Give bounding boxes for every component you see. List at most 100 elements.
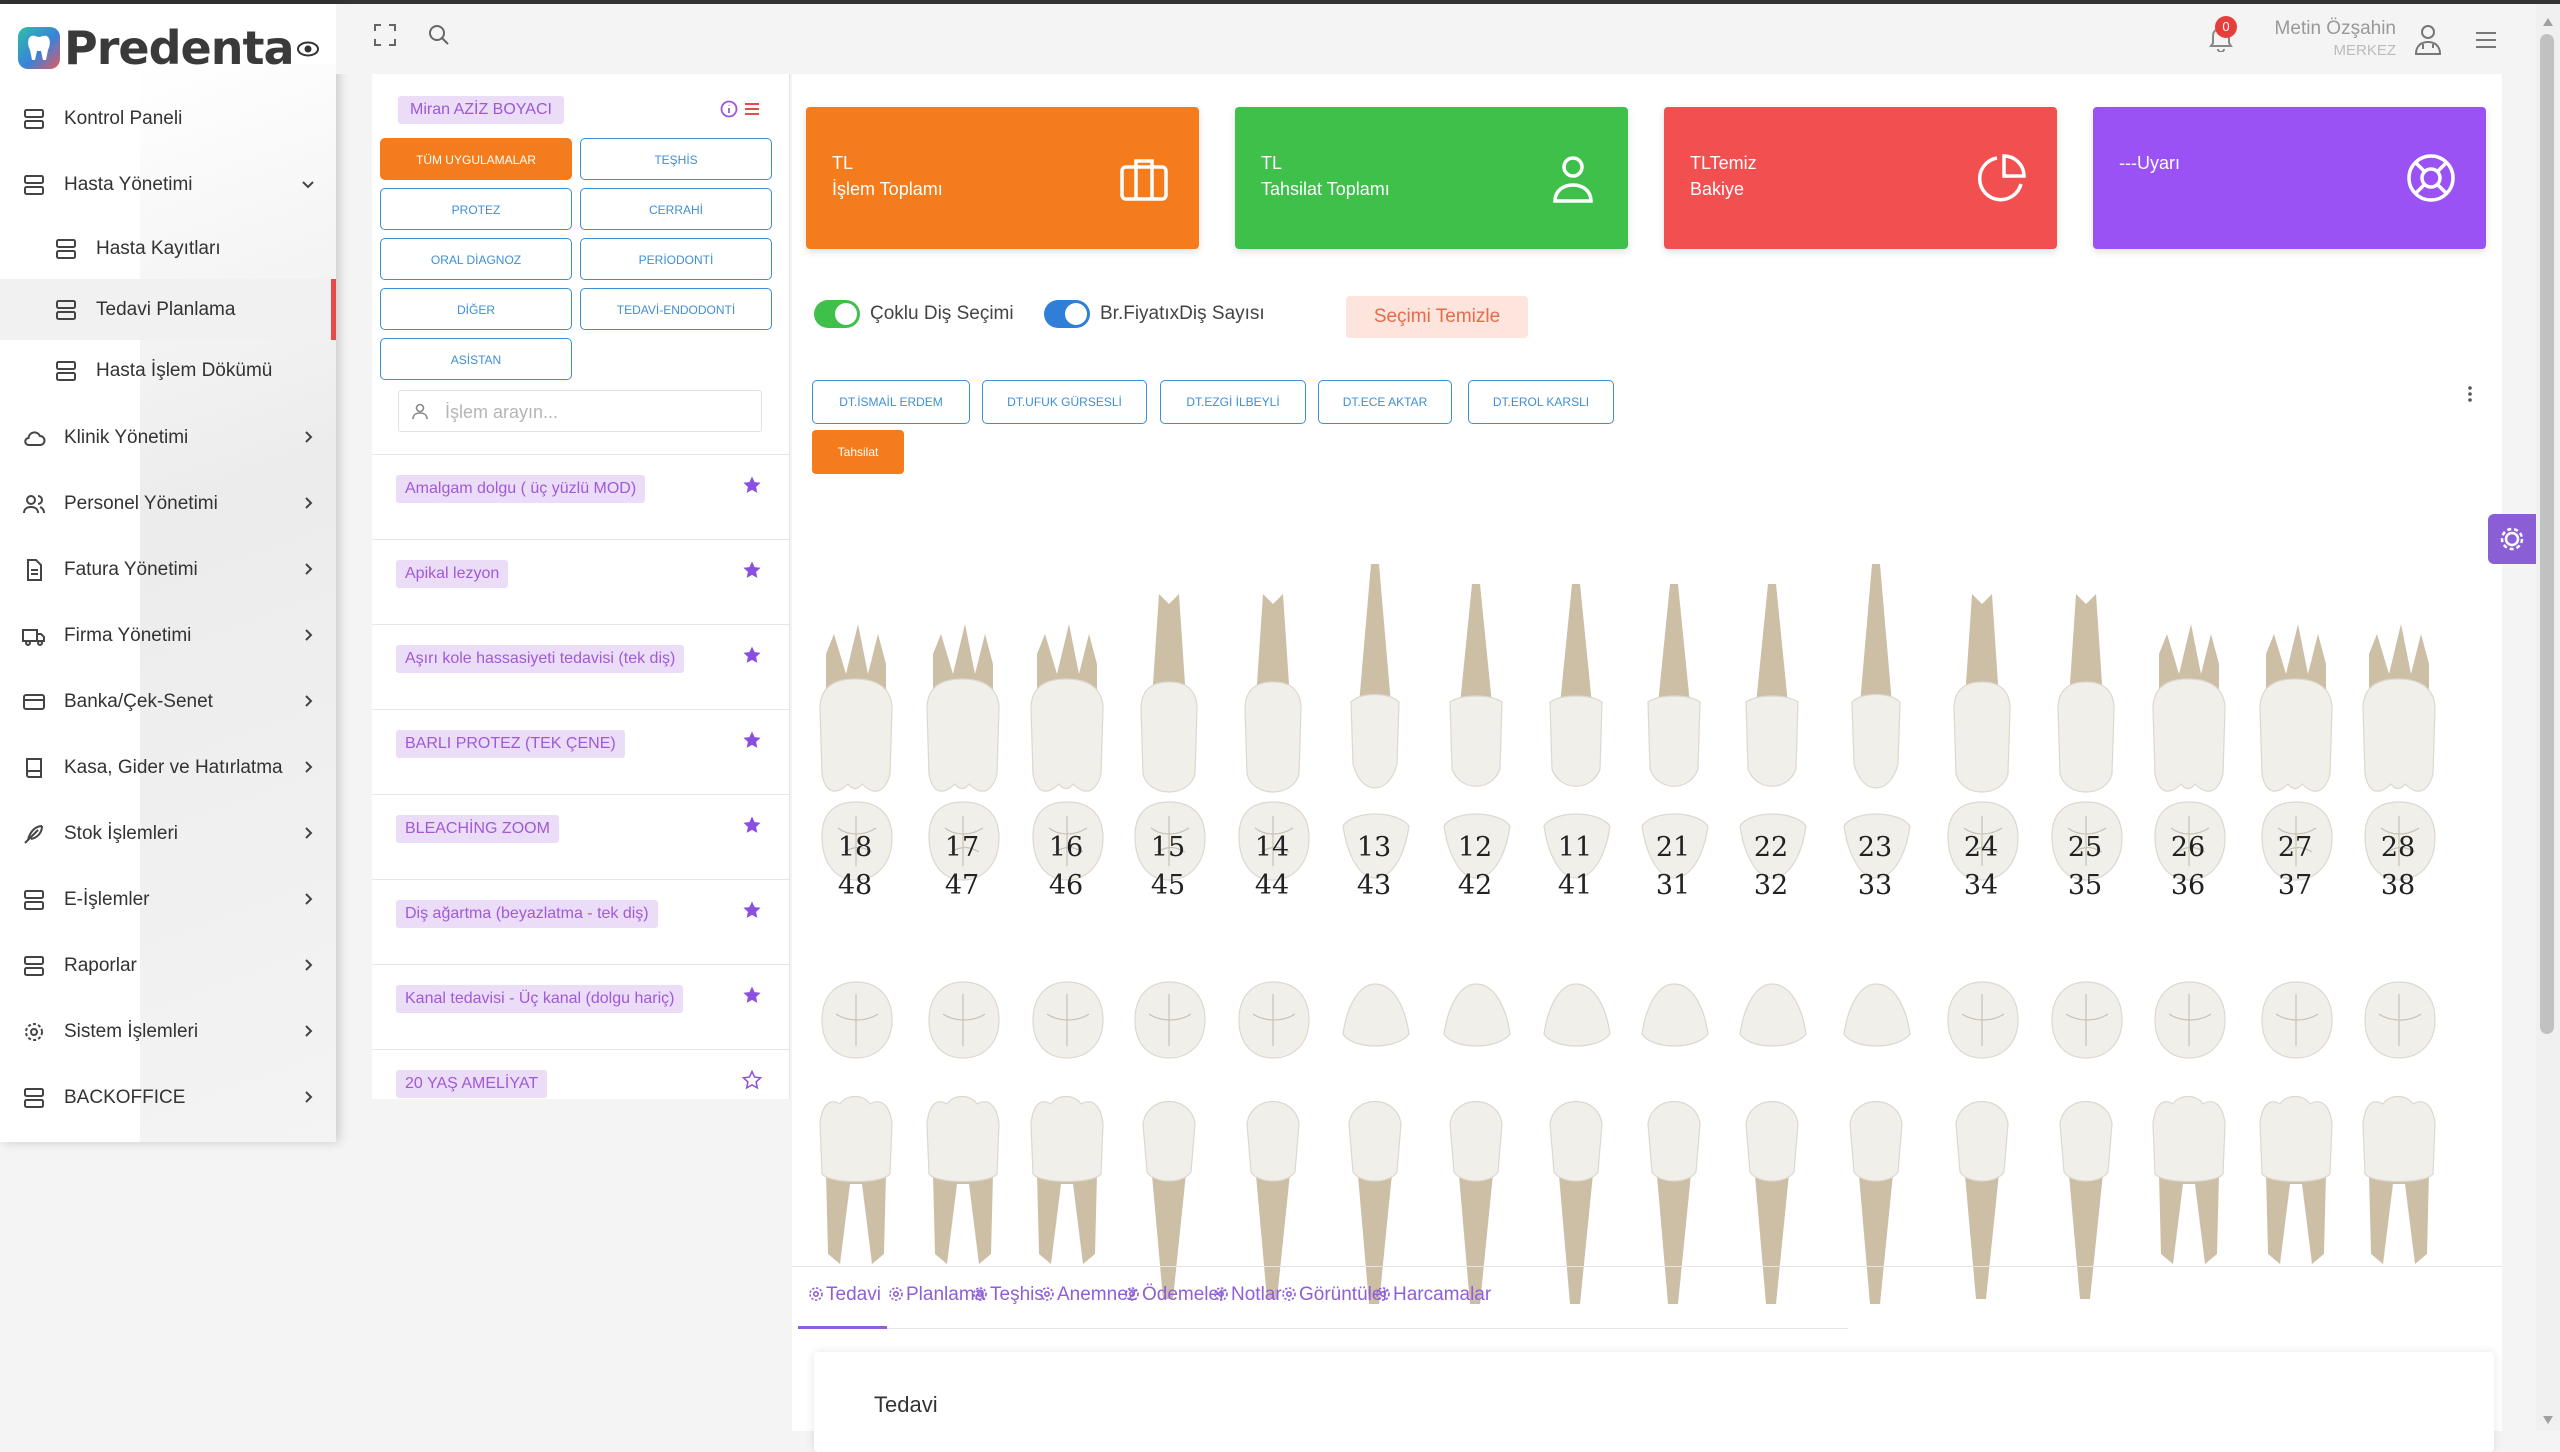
doctor-avatar-icon[interactable] xyxy=(2412,22,2444,56)
procedure-row[interactable]: 20 YAŞ AMELİYAT xyxy=(372,1049,790,1134)
upper-tooth-number[interactable]: 16 xyxy=(1026,832,1106,863)
procedure-row[interactable]: Kanal tedavisi - Üç kanal (dolgu hariç) xyxy=(372,964,790,1049)
lower-tooth-number[interactable]: 38 xyxy=(2358,870,2438,901)
lower-tooth-number[interactable]: 31 xyxy=(1633,870,1713,901)
lower-tooth-side-view[interactable] xyxy=(2355,1084,2441,1324)
upper-tooth-side-view[interactable] xyxy=(1023,484,1109,814)
upper-tooth-number[interactable]: 25 xyxy=(2045,832,2125,863)
sidebar-item-tedavi-planlama[interactable]: Tedavi Planlama xyxy=(0,279,336,340)
upper-tooth-number[interactable]: 23 xyxy=(1835,832,1915,863)
doctor-button[interactable]: DT.EROL KARSLI xyxy=(1468,380,1614,424)
procedure-row[interactable]: BLEACHİNG ZOOM xyxy=(372,794,790,879)
sidebar-item-klinik[interactable]: Klinik Yönetimi xyxy=(0,405,336,471)
lower-tooth-occlusal-view[interactable] xyxy=(1127,974,1211,1064)
lower-tooth-occlusal-view[interactable] xyxy=(1632,974,1716,1064)
lower-tooth-occlusal-view[interactable] xyxy=(1834,974,1918,1064)
procedure-row[interactable]: Apikal lezyon xyxy=(372,539,790,624)
star-filled-icon[interactable] xyxy=(742,475,762,495)
procedure-row[interactable]: Diş ağartma (beyazlatma - tek diş) xyxy=(372,879,790,964)
lower-tooth-number[interactable]: 32 xyxy=(1731,870,1811,901)
sidebar-item-firma[interactable]: Firma Yönetimi xyxy=(0,603,336,669)
logo[interactable]: Predenta xyxy=(18,21,295,75)
lower-tooth-side-view[interactable] xyxy=(2042,1084,2128,1324)
lower-tooth-side-view[interactable] xyxy=(2145,1084,2231,1324)
procedure-row[interactable]: Aşırı kole hassasiyeti tedavisi (tek diş… xyxy=(372,624,790,709)
clear-selection-button[interactable]: Seçimi Temizle xyxy=(1346,296,1528,338)
info-icon[interactable] xyxy=(720,100,738,118)
star-filled-icon[interactable] xyxy=(742,730,762,750)
lower-tooth-number[interactable]: 44 xyxy=(1232,870,1312,901)
category-button[interactable]: TEDAVİ-ENDODONTİ xyxy=(580,288,772,330)
upper-tooth-number[interactable]: 14 xyxy=(1232,832,1312,863)
sidebar-item-backoffice[interactable]: BACKOFFICE xyxy=(0,1065,336,1131)
lower-tooth-side-view[interactable] xyxy=(1938,1084,2024,1324)
upper-tooth-number[interactable]: 22 xyxy=(1731,832,1811,863)
lower-tooth-number[interactable]: 48 xyxy=(815,870,895,901)
upper-tooth-number[interactable]: 21 xyxy=(1633,832,1713,863)
sidebar-item-kasa[interactable]: Kasa, Gider ve Hatırlatma xyxy=(0,735,336,801)
lower-tooth-number[interactable]: 45 xyxy=(1128,870,1208,901)
procedure-row[interactable]: BARLI PROTEZ (TEK ÇENE) xyxy=(372,709,790,794)
doctor-button[interactable]: DT.ECE AKTAR xyxy=(1318,380,1452,424)
lower-tooth-occlusal-view[interactable] xyxy=(1534,974,1618,1064)
procedure-name[interactable]: Diş ağartma (beyazlatma - tek diş) xyxy=(396,900,658,928)
lower-tooth-occlusal-view[interactable] xyxy=(2147,974,2231,1064)
payment-button[interactable]: Tahsilat xyxy=(812,430,904,474)
category-button[interactable]: ORAL DİAGNOZ xyxy=(380,238,572,280)
upper-tooth-side-view[interactable] xyxy=(2355,484,2441,814)
lower-tooth-number[interactable]: 35 xyxy=(2045,870,2125,901)
lower-tooth-occlusal-view[interactable] xyxy=(2357,974,2441,1064)
procedure-search[interactable] xyxy=(398,390,762,432)
upper-tooth-side-view[interactable] xyxy=(812,484,898,814)
category-button[interactable]: TEŞHİS xyxy=(580,138,772,180)
upper-tooth-number[interactable]: 12 xyxy=(1435,832,1515,863)
category-button[interactable]: TÜM UYGULAMALAR xyxy=(380,138,572,180)
price-multiplier-toggle[interactable] xyxy=(1044,300,1090,328)
search-icon[interactable] xyxy=(426,22,452,48)
sidebar-item-sistem[interactable]: Sistem İşlemleri xyxy=(0,999,336,1065)
lower-tooth-occlusal-view[interactable] xyxy=(921,974,1005,1064)
upper-tooth-side-view[interactable] xyxy=(1832,484,1918,814)
stat-card[interactable]: TL İşlem Toplamı xyxy=(806,107,1199,249)
stat-card[interactable]: TL Tahsilat Toplamı xyxy=(1235,107,1628,249)
sidebar-item-banka[interactable]: Banka/Çek-Senet xyxy=(0,669,336,735)
lower-tooth-occlusal-view[interactable] xyxy=(1333,974,1417,1064)
upper-tooth-number[interactable]: 11 xyxy=(1535,832,1615,863)
procedure-name[interactable]: BARLI PROTEZ (TEK ÇENE) xyxy=(396,730,625,758)
sidebar-item-raporlar[interactable]: Raporlar xyxy=(0,933,336,999)
sidebar-item-e-islemler[interactable]: E-İşlemler xyxy=(0,867,336,933)
more-vertical-icon[interactable] xyxy=(2466,382,2474,406)
tab-harcamalar[interactable]: Harcamalar xyxy=(1365,1284,1497,1326)
upper-tooth-side-view[interactable] xyxy=(1125,484,1211,814)
star-filled-icon[interactable] xyxy=(742,985,762,1005)
upper-tooth-side-view[interactable] xyxy=(1532,484,1618,814)
procedure-name[interactable]: 20 YAŞ AMELİYAT xyxy=(396,1070,548,1098)
category-button[interactable]: PERİODONTİ xyxy=(580,238,772,280)
upper-tooth-side-view[interactable] xyxy=(919,484,1005,814)
lower-tooth-occlusal-view[interactable] xyxy=(2254,974,2338,1064)
procedure-row[interactable]: Amalgam dolgu ( üç yüzlü MOD) xyxy=(372,454,790,539)
lower-tooth-number[interactable]: 46 xyxy=(1026,870,1106,901)
star-filled-icon[interactable] xyxy=(742,815,762,835)
patient-name-tag[interactable]: Miran AZİZ BOYACI xyxy=(398,96,564,124)
star-filled-icon[interactable] xyxy=(742,900,762,920)
upper-tooth-side-view[interactable] xyxy=(1630,484,1716,814)
sidebar-item-fatura[interactable]: Fatura Yönetimi xyxy=(0,537,336,603)
upper-tooth-number[interactable]: 17 xyxy=(922,832,1002,863)
category-button[interactable]: ASİSTAN xyxy=(380,338,572,380)
sidebar-item-stok[interactable]: Stok İşlemleri xyxy=(0,801,336,867)
lower-tooth-number[interactable]: 37 xyxy=(2255,870,2335,901)
sidebar-item-kontrol[interactable]: Kontrol Paneli xyxy=(0,86,336,152)
fullscreen-icon[interactable] xyxy=(372,22,398,48)
stat-card[interactable]: TLTemiz Bakiye xyxy=(1664,107,2057,249)
lower-tooth-number[interactable]: 41 xyxy=(1535,870,1615,901)
upper-tooth-side-view[interactable] xyxy=(1728,484,1814,814)
upper-tooth-side-view[interactable] xyxy=(1432,484,1518,814)
upper-tooth-side-view[interactable] xyxy=(2145,484,2231,814)
upper-tooth-number[interactable]: 13 xyxy=(1334,832,1414,863)
lower-tooth-occlusal-view[interactable] xyxy=(1730,974,1814,1064)
sidebar-item-hasta-kayitlari[interactable]: Hasta Kayıtları xyxy=(0,218,336,279)
lower-tooth-occlusal-view[interactable] xyxy=(2044,974,2128,1064)
lower-tooth-number[interactable]: 36 xyxy=(2148,870,2228,901)
lower-tooth-side-view[interactable] xyxy=(2252,1084,2338,1324)
